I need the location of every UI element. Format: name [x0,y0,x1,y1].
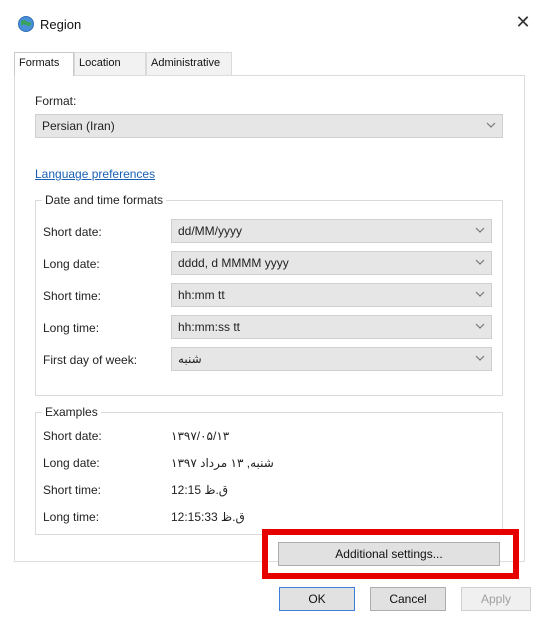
tab-formats[interactable]: Formats [14,52,74,76]
first-day-of-week-value: شنبه [178,352,202,366]
chevron-down-icon [475,227,485,233]
chevron-down-icon [475,291,485,297]
first-day-of-week-dropdown[interactable]: شنبه [171,347,492,371]
close-button[interactable]: ✕ [513,12,533,32]
globe-icon [18,16,34,32]
long-time-dropdown[interactable]: hh:mm:ss tt [171,315,492,339]
apply-button[interactable]: Apply [461,587,531,611]
short-date-dropdown[interactable]: dd/MM/yyyy [171,219,492,243]
example-long-time-value: 12:15:33 ق.ظ [171,510,245,524]
example-short-time-value: 12:15 ق.ظ [171,483,229,497]
close-icon: ✕ [515,12,531,32]
highlight-annotation [262,529,519,579]
date-time-formats-legend: Date and time formats [42,193,167,207]
short-time-dropdown[interactable]: hh:mm tt [171,283,492,307]
example-long-date-value: شنبه, ۱۳ مرداد ۱۳۹۷ [171,456,274,470]
short-time-value: hh:mm tt [178,288,225,302]
chevron-down-icon [475,355,485,361]
example-short-date-value: ۱۳۹۷/۰۵/۱۳ [171,429,230,443]
date-time-formats-group: Date and time formats Short date: dd/MM/… [35,193,503,396]
long-date-value: dddd, d MMMM yyyy [178,256,289,270]
formats-panel: Format: Persian (Iran) Language preferen… [14,75,525,562]
example-short-date-label: Short date: [43,429,102,443]
first-day-of-week-label: First day of week: [43,353,138,367]
window-title: Region [40,17,82,32]
dialog-button-bar: OK Cancel Apply [0,580,539,619]
examples-legend: Examples [42,405,101,419]
example-long-time-label: Long time: [43,510,100,524]
example-short-time-label: Short time: [43,483,102,497]
format-label: Format: [35,94,77,108]
long-time-label: Long time: [43,321,100,335]
language-preferences-link[interactable]: Language preferences [35,167,155,181]
chevron-down-icon [486,122,496,128]
cancel-button[interactable]: Cancel [370,587,446,611]
format-value: Persian (Iran) [42,119,115,133]
format-dropdown[interactable]: Persian (Iran) [35,114,503,138]
example-long-date-label: Long date: [43,456,100,470]
tab-administrative[interactable]: Administrative [146,52,232,76]
tab-location[interactable]: Location [74,52,146,76]
title-bar: Region ✕ [0,0,539,40]
short-date-value: dd/MM/yyyy [178,224,243,238]
short-date-label: Short date: [43,225,102,239]
chevron-down-icon [475,259,485,265]
ok-button[interactable]: OK [279,587,355,611]
examples-group: Examples Short date: ۱۳۹۷/۰۵/۱۳ Long dat… [35,405,503,535]
chevron-down-icon [475,323,485,329]
short-time-label: Short time: [43,289,102,303]
long-date-dropdown[interactable]: dddd, d MMMM yyyy [171,251,492,275]
long-date-label: Long date: [43,257,100,271]
long-time-value: hh:mm:ss tt [178,320,241,334]
